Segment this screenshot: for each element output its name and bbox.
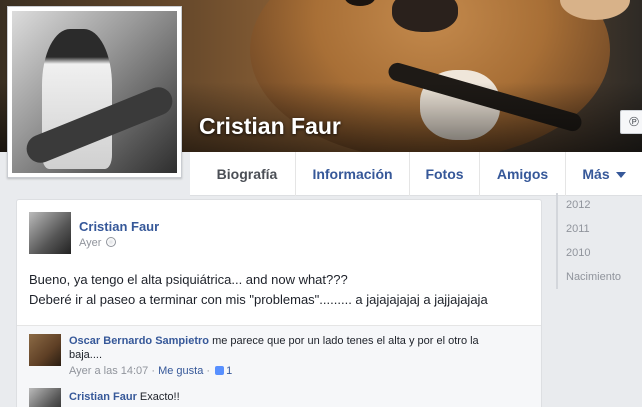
comments-section: Oscar Bernardo Sampietro me parece que p… [17, 325, 541, 407]
post-timestamp[interactable]: Ayer [79, 237, 117, 249]
comment-body: Oscar Bernardo Sampietro me parece que p… [69, 334, 489, 362]
profile-name[interactable]: Cristian Faur [199, 113, 341, 140]
comment-avatar[interactable] [29, 334, 61, 366]
tab-fotos[interactable]: Fotos [409, 152, 479, 196]
comment-author[interactable]: Oscar Bernardo Sampietro [69, 335, 209, 347]
post-time-text: Ayer [79, 237, 102, 249]
caret-down-icon [615, 172, 626, 179]
year-2012[interactable]: 2012 [558, 193, 642, 217]
post-author[interactable]: Cristian Faur [79, 219, 159, 234]
post-line: Deberé ir al paseo a terminar con mis "p… [29, 292, 488, 307]
tab-label: Información [312, 166, 393, 182]
like-count[interactable]: 1 [226, 365, 232, 377]
comment-time[interactable]: Ayer a las 14:07 [69, 365, 148, 377]
post-avatar[interactable] [29, 212, 71, 254]
tab-label: Amigos [496, 166, 549, 182]
rss-button[interactable]: ℗ [620, 110, 642, 134]
year-nacimiento[interactable]: Nacimiento [558, 265, 642, 289]
globe-icon [106, 237, 117, 247]
tab-label: Fotos [425, 166, 464, 182]
timeline-years: 2012 2011 2010 Nacimiento [556, 193, 642, 289]
comment-avatar[interactable] [29, 388, 61, 407]
profile-nav: Biografía Información Fotos Amigos Más [190, 152, 642, 196]
profile-picture-image [12, 11, 177, 173]
tab-label: Biografía [216, 166, 278, 182]
tab-biografia[interactable]: Biografía [199, 152, 295, 196]
comment-meta: Ayer a las 14:07 · Me gusta · 1 [69, 365, 233, 377]
comment-author[interactable]: Cristian Faur [69, 391, 137, 403]
rss-icon: ℗ [629, 114, 639, 129]
post-card: Cristian Faur Ayer Bueno, ya tengo el al… [16, 199, 542, 407]
comment-body: Cristian Faur Exacto!! [69, 390, 489, 404]
thumbs-up-icon [215, 366, 225, 375]
like-link[interactable]: Me gusta [158, 365, 203, 377]
year-2011[interactable]: 2011 [558, 217, 642, 241]
comment-text: Exacto!! [139, 391, 180, 403]
cover-dog-nose [392, 0, 458, 32]
post-line: Bueno, ya tengo el alta psiquiátrica... … [29, 272, 348, 287]
post-text: Bueno, ya tengo el alta psiquiátrica... … [29, 270, 539, 310]
tab-amigos[interactable]: Amigos [479, 152, 565, 196]
year-2010[interactable]: 2010 [558, 241, 642, 265]
tab-informacion[interactable]: Información [295, 152, 409, 196]
tab-mas[interactable]: Más [565, 152, 642, 196]
tab-label: Más [582, 166, 610, 182]
profile-picture[interactable] [7, 6, 182, 178]
